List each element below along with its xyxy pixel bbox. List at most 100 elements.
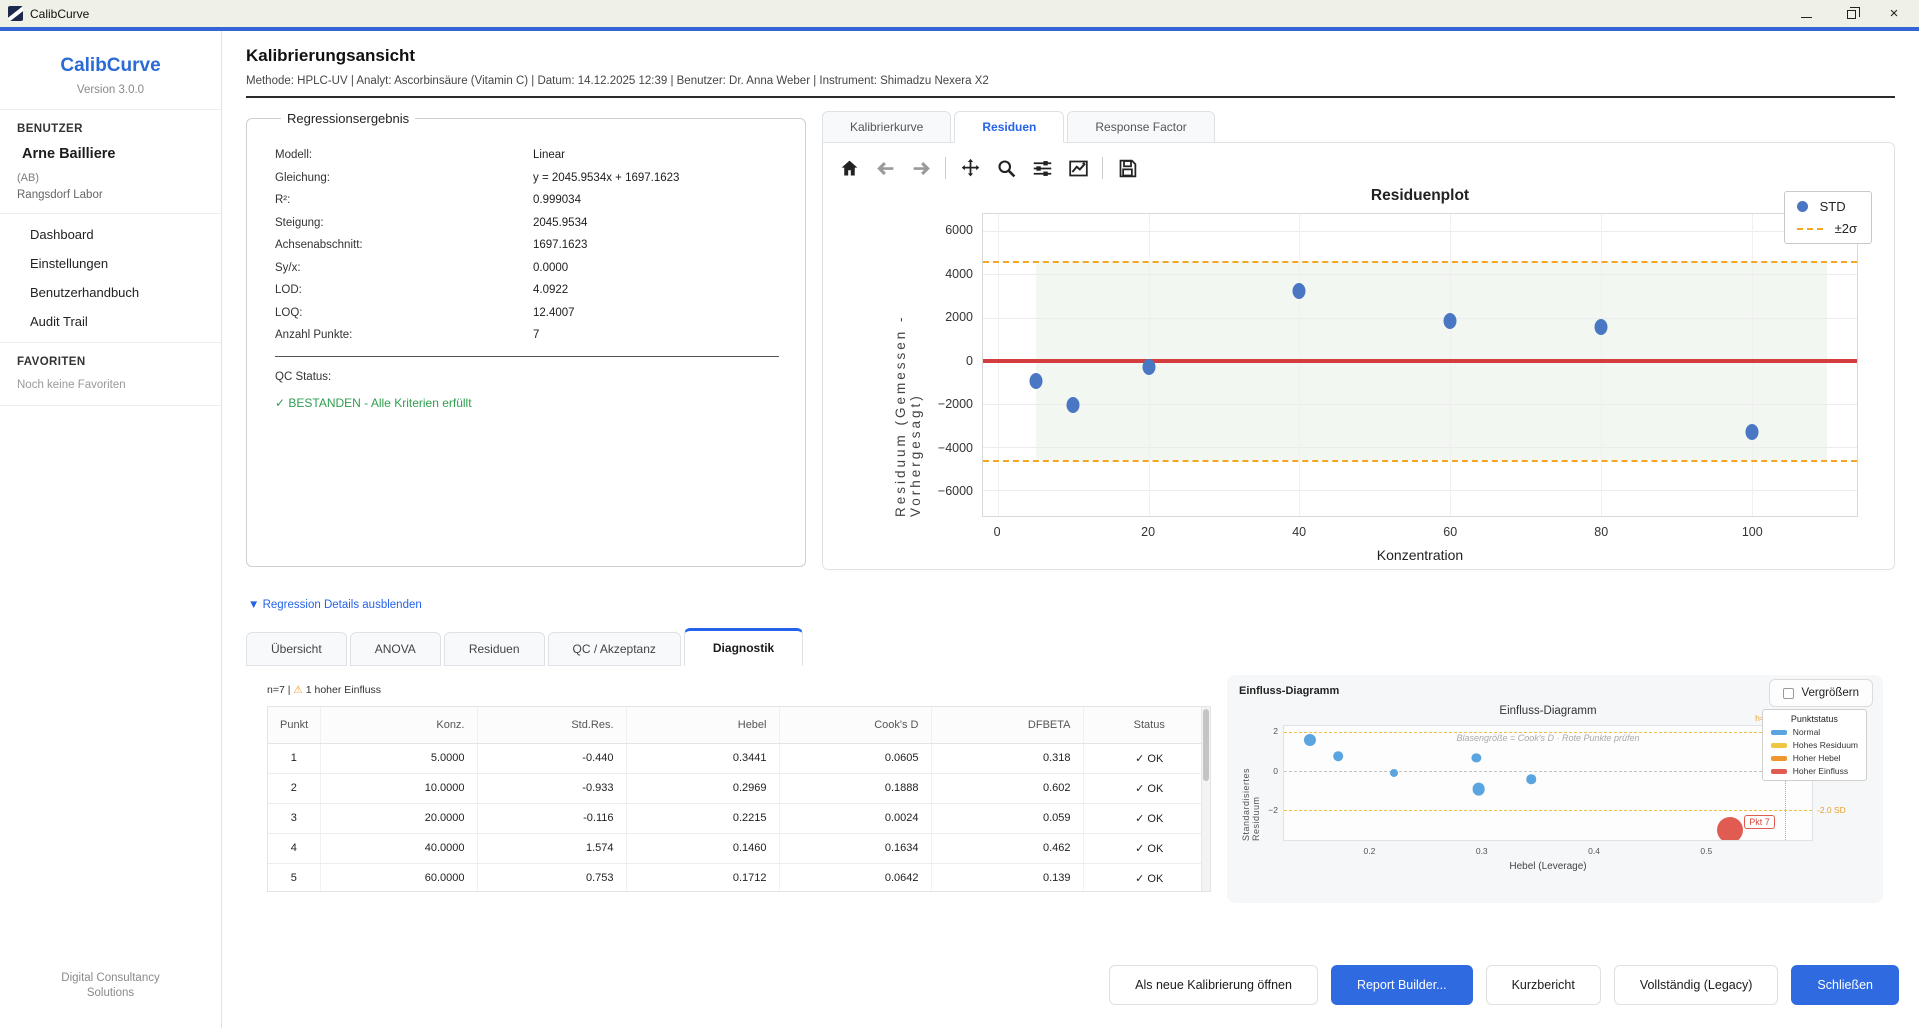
open-as-new-calibration-button[interactable]: Als neue Kalibrierung öffnen — [1109, 965, 1318, 1005]
close-button[interactable]: × — [1885, 5, 1903, 23]
data-cell: 2 — [268, 773, 320, 803]
home-icon[interactable] — [837, 156, 861, 180]
qc-status-value: ✓ BESTANDEN - Alle Kriterien erfüllt — [275, 396, 779, 410]
table-row[interactable]: 15.0000-0.4400.34410.06050.318✓ OK — [268, 743, 1211, 773]
warning-icon: ⚠ — [293, 684, 302, 696]
status-cell: ✓ OK — [1083, 863, 1211, 892]
data-point-normal — [1333, 751, 1343, 761]
legend-label-hohes-residuum: Hohes Residuum — [1793, 740, 1858, 750]
y-tick-label: 0 — [1273, 766, 1278, 776]
data-cell: 0.059 — [931, 803, 1083, 833]
residual-plot-ylabel: Residuum (Gemessen - Vorhergesagt) — [893, 213, 923, 517]
sidebar-user-name: Arne Bailliere — [0, 135, 221, 162]
back-icon[interactable] — [873, 156, 897, 180]
axes-config-icon[interactable] — [1066, 156, 1090, 180]
x-gridline — [998, 214, 999, 516]
table-row[interactable]: 560.00000.7530.17120.06420.139✓ OK — [268, 863, 1211, 892]
checkbox-icon[interactable] — [1783, 688, 1794, 699]
pan-icon[interactable] — [958, 156, 982, 180]
influence-plot-figure: Einfluss-Diagramm Standardisiertes Resid… — [1239, 705, 1871, 883]
data-cell: 60.0000 — [320, 863, 477, 892]
sd-label: -2.0 SD — [1817, 805, 1846, 815]
table-scrollbar-thumb[interactable] — [1203, 709, 1209, 781]
data-cell: 5.0000 — [320, 743, 477, 773]
sidebar-item-einstellungen[interactable]: Einstellungen — [0, 249, 221, 278]
tab-residuen-detail[interactable]: Residuen — [444, 632, 545, 666]
report-builder-button[interactable]: Report Builder... — [1331, 965, 1473, 1005]
forward-icon[interactable] — [909, 156, 933, 180]
sidebar-item-dashboard[interactable]: Dashboard — [0, 220, 221, 249]
zero-line — [983, 359, 1857, 363]
legend-sigma-label: ±2σ — [1835, 221, 1857, 236]
diagnostics-n: n=7 | — [267, 684, 290, 696]
tab-residuen[interactable]: Residuen — [954, 111, 1064, 143]
data-point-std — [1029, 373, 1042, 389]
influence-panel: Einfluss-Diagramm Vergrößern Einfluss-Di… — [1227, 675, 1883, 903]
x-tick-label: 40 — [1292, 525, 1306, 539]
toolbar-separator — [1102, 157, 1103, 179]
status-cell: ✓ OK — [1083, 803, 1211, 833]
table-row[interactable]: 320.0000-0.1160.22150.00240.059✓ OK — [268, 803, 1211, 833]
main-content: Kalibrierungsansicht Methode: HPLC-UV | … — [222, 31, 1919, 1028]
column-header: Konz. — [320, 707, 477, 743]
regression-row: Sy/x:0.0000 — [275, 257, 779, 280]
data-point-normal — [1390, 769, 1398, 777]
data-cell: 0.1888 — [779, 773, 931, 803]
column-header: Status — [1083, 707, 1211, 743]
sidebar-item-benutzerhandbuch[interactable]: Benutzerhandbuch — [0, 278, 221, 307]
influence-plot-area[interactable] — [1283, 725, 1813, 841]
close-icon: × — [1890, 6, 1899, 21]
data-cell: 0.2969 — [626, 773, 779, 803]
diagnostics-warning-text: 1 hoher Einfluss — [306, 684, 381, 696]
window-title: CalibCurve — [30, 7, 89, 21]
full-legacy-report-button[interactable]: Vollständig (Legacy) — [1614, 965, 1779, 1005]
legend-swatch-hoher-einfluss — [1771, 769, 1787, 774]
table-row[interactable]: 210.0000-0.9330.29690.18880.602✓ OK — [268, 773, 1211, 803]
tab-uebersicht[interactable]: Übersicht — [246, 632, 347, 666]
y-gridline — [983, 274, 1857, 275]
save-icon[interactable] — [1115, 156, 1139, 180]
chart-panel: Residuenplot Residuum (Gemessen - Vorher… — [822, 142, 1895, 570]
y-tick-label: −6000 — [938, 484, 973, 498]
maximize-button[interactable] — [1841, 5, 1859, 23]
sidebar-footer: Digital Consultancy Solutions — [0, 971, 221, 1002]
regression-panel-title: Regressionsergebnis — [281, 111, 415, 126]
column-header: Std.Res. — [477, 707, 626, 743]
residual-plot-title: Residuenplot — [982, 187, 1858, 205]
subplots-icon[interactable] — [1030, 156, 1054, 180]
tab-diagnostik[interactable]: Diagnostik — [684, 628, 803, 666]
sidebar-version: Version 3.0.0 — [0, 84, 221, 110]
tab-anova[interactable]: ANOVA — [350, 632, 441, 666]
data-cell: 4 — [268, 833, 320, 863]
status-cell: ✓ OK — [1083, 833, 1211, 863]
tab-response-factor[interactable]: Response Factor — [1067, 111, 1214, 143]
y-tick-label: 2000 — [945, 310, 973, 324]
enlarge-button-label: Vergrößern — [1801, 687, 1859, 699]
sidebar-item-audit-trail[interactable]: Audit Trail — [0, 307, 221, 336]
zoom-icon[interactable] — [994, 156, 1018, 180]
y-tick-label: 4000 — [945, 267, 973, 281]
enlarge-button[interactable]: Vergrößern — [1769, 679, 1873, 707]
minimize-button[interactable] — [1797, 5, 1815, 23]
data-cell: 0.2215 — [626, 803, 779, 833]
close-view-button[interactable]: Schließen — [1791, 965, 1899, 1005]
diagnostics-summary: n=7 | ⚠ 1 hoher Einfluss — [267, 684, 1211, 696]
short-report-button[interactable]: Kurzbericht — [1486, 965, 1601, 1005]
regression-details-toggle[interactable]: ▼ Regression Details ausblenden — [248, 599, 1895, 611]
data-cell: 0.1712 — [626, 863, 779, 892]
data-cell: 0.1460 — [626, 833, 779, 863]
column-header: Cook's D — [779, 707, 931, 743]
x-tick-label: 0.3 — [1476, 846, 1488, 856]
regression-row: Gleichung:y = 2045.9534x + 1697.1623 — [275, 167, 779, 190]
y-tick-label: −4000 — [938, 441, 973, 455]
legend-label-hoher-hebel: Hoher Hebel — [1793, 753, 1841, 763]
data-cell: -0.440 — [477, 743, 626, 773]
data-point-std — [1444, 313, 1457, 329]
diagnostics-block: n=7 | ⚠ 1 hoher Einfluss PunktKonz.Std.R… — [246, 675, 1211, 903]
tab-kalibrierkurve[interactable]: Kalibrierkurve — [822, 111, 951, 143]
table-row[interactable]: 440.00001.5740.14600.16340.462✓ OK — [268, 833, 1211, 863]
y-gridline — [983, 404, 1857, 405]
footer-buttons: Als neue Kalibrierung öffnen Report Buil… — [1109, 965, 1899, 1005]
residual-plot-area[interactable] — [982, 213, 1858, 517]
tab-qc-akzeptanz[interactable]: QC / Akzeptanz — [548, 632, 681, 666]
